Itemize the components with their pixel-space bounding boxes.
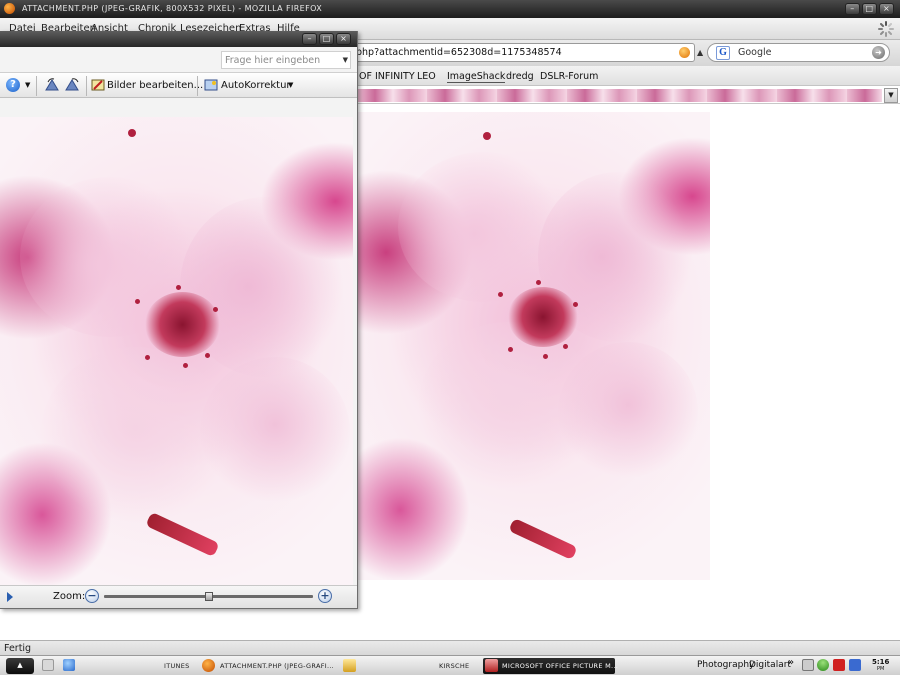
picture-manager-window: – □ × Frage hier eingeben ▼ ? ▼ Bilder b… xyxy=(0,31,358,609)
bookmark-dredg[interactable]: dredg xyxy=(506,71,534,82)
loading-throbber-icon xyxy=(878,21,894,37)
url-dropdown-icon[interactable]: ▲ xyxy=(697,48,703,57)
bookmark-dslr-forum[interactable]: DSLR-Forum xyxy=(540,71,598,82)
flower-image xyxy=(358,112,710,580)
help-question-input[interactable]: Frage hier eingeben ▼ xyxy=(221,51,351,69)
pm-minimize-button[interactable]: – xyxy=(302,33,317,45)
help-icon[interactable]: ? xyxy=(6,78,20,92)
pm-zoom-bar: Zoom: − + xyxy=(0,585,357,608)
firefox-icon xyxy=(4,3,15,14)
url-text: php?attachmentid=652308d=1175348574 xyxy=(356,47,562,58)
url-bar[interactable]: php?attachmentid=652308d=1175348574 xyxy=(300,43,695,62)
firefox-titlebar: ATTACHMENT.PHP (JPEG-GRAFIK, 800X532 PIX… xyxy=(0,0,900,18)
minimize-button[interactable]: – xyxy=(845,3,860,15)
toolbar-separator xyxy=(86,76,87,96)
rotate-right-icon[interactable] xyxy=(64,77,84,95)
pm-help-row: Frage hier eingeben ▼ xyxy=(0,47,357,72)
tray-toolbar-digitalart[interactable]: Digitalart xyxy=(749,660,791,670)
toolbar-separator xyxy=(197,76,198,96)
firefox-icon xyxy=(202,659,215,672)
keyboard-icon[interactable] xyxy=(802,659,814,671)
taskbar-item-itunes[interactable]: ITUNES xyxy=(80,658,190,674)
bookmark-imageshack[interactable]: ImageShack xyxy=(447,71,506,83)
pm-window-controls: – □ × xyxy=(302,33,351,45)
window-title: ATTACHMENT.PHP (JPEG-GRAFIK, 800X532 PIX… xyxy=(22,4,323,13)
itunes-icon[interactable] xyxy=(63,659,75,671)
search-input[interactable]: Google xyxy=(738,47,772,58)
antivirus-icon[interactable] xyxy=(833,659,845,671)
zoom-slider[interactable] xyxy=(104,592,313,601)
status-text: Fertig xyxy=(4,643,32,654)
picture-manager-icon xyxy=(485,659,498,672)
autocorrect-button[interactable]: AutoKorrektur xyxy=(203,77,291,95)
toolbar-overflow-icon[interactable]: ▼ xyxy=(288,81,293,99)
quick-launch-icon[interactable] xyxy=(42,659,54,671)
taskbar-item-picture-manager[interactable]: MICROSOFT OFFICE PICTURE M... xyxy=(483,658,618,674)
status-bar: Fertig xyxy=(0,640,900,655)
taskbar-item-firefox[interactable]: ATTACHMENT.PHP (JPEG-GRAFI... xyxy=(200,658,335,674)
chevron-down-icon[interactable]: ▼ xyxy=(343,56,348,64)
close-button[interactable]: × xyxy=(879,3,894,15)
pm-toolbar: ? ▼ Bilder bearbeiten... AutoKorrektur ▼ xyxy=(0,72,357,98)
rotate-left-icon[interactable] xyxy=(44,77,64,95)
toolbar-separator xyxy=(36,76,37,96)
rss-feed-icon[interactable] xyxy=(679,47,690,58)
window-controls: – □ × xyxy=(845,3,894,15)
play-slideshow-icon[interactable] xyxy=(7,592,13,602)
tab-list-button[interactable]: ▼ xyxy=(884,88,898,103)
volume-icon[interactable] xyxy=(849,659,861,671)
google-icon[interactable]: G xyxy=(716,46,730,60)
search-go-icon[interactable]: ➜ xyxy=(872,46,885,59)
tray-toolbar-photography[interactable]: Photography xyxy=(697,660,754,670)
taskbar-item-kirsche[interactable]: KIRSCHE xyxy=(341,658,471,674)
folder-icon xyxy=(343,659,356,672)
pm-maximize-button[interactable]: □ xyxy=(319,33,334,45)
zoom-out-icon[interactable]: − xyxy=(85,589,99,603)
zoom-label: Zoom: xyxy=(53,591,86,602)
zoom-slider-thumb[interactable] xyxy=(205,592,213,601)
edit-pictures-button[interactable]: Bilder bearbeiten... xyxy=(90,77,203,95)
pm-preview-image xyxy=(0,117,353,585)
tray-chevron-icon[interactable]: » xyxy=(788,657,794,668)
clock[interactable]: 5:16 PM xyxy=(872,659,889,673)
pm-close-button[interactable]: × xyxy=(336,33,351,45)
search-bar[interactable]: G Google ➜ xyxy=(707,43,890,62)
autocorrect-icon xyxy=(204,79,218,91)
messenger-icon[interactable] xyxy=(817,659,829,671)
maximize-button[interactable]: □ xyxy=(862,3,877,15)
picture-manager-titlebar[interactable]: – □ × xyxy=(0,31,357,47)
tab-thumbnails[interactable] xyxy=(357,89,882,102)
toolbar-options-icon[interactable]: ▼ xyxy=(25,81,30,99)
edit-pictures-icon xyxy=(91,79,105,91)
bookmark-leo[interactable]: LEO xyxy=(417,71,436,82)
bookmark-of-infinity[interactable]: OF INFINITY xyxy=(359,71,415,82)
zoom-in-icon[interactable]: + xyxy=(318,589,332,603)
start-button[interactable]: ▲ xyxy=(6,658,34,674)
taskbar: ▲ ITUNES ATTACHMENT.PHP (JPEG-GRAFI... K… xyxy=(0,655,900,675)
